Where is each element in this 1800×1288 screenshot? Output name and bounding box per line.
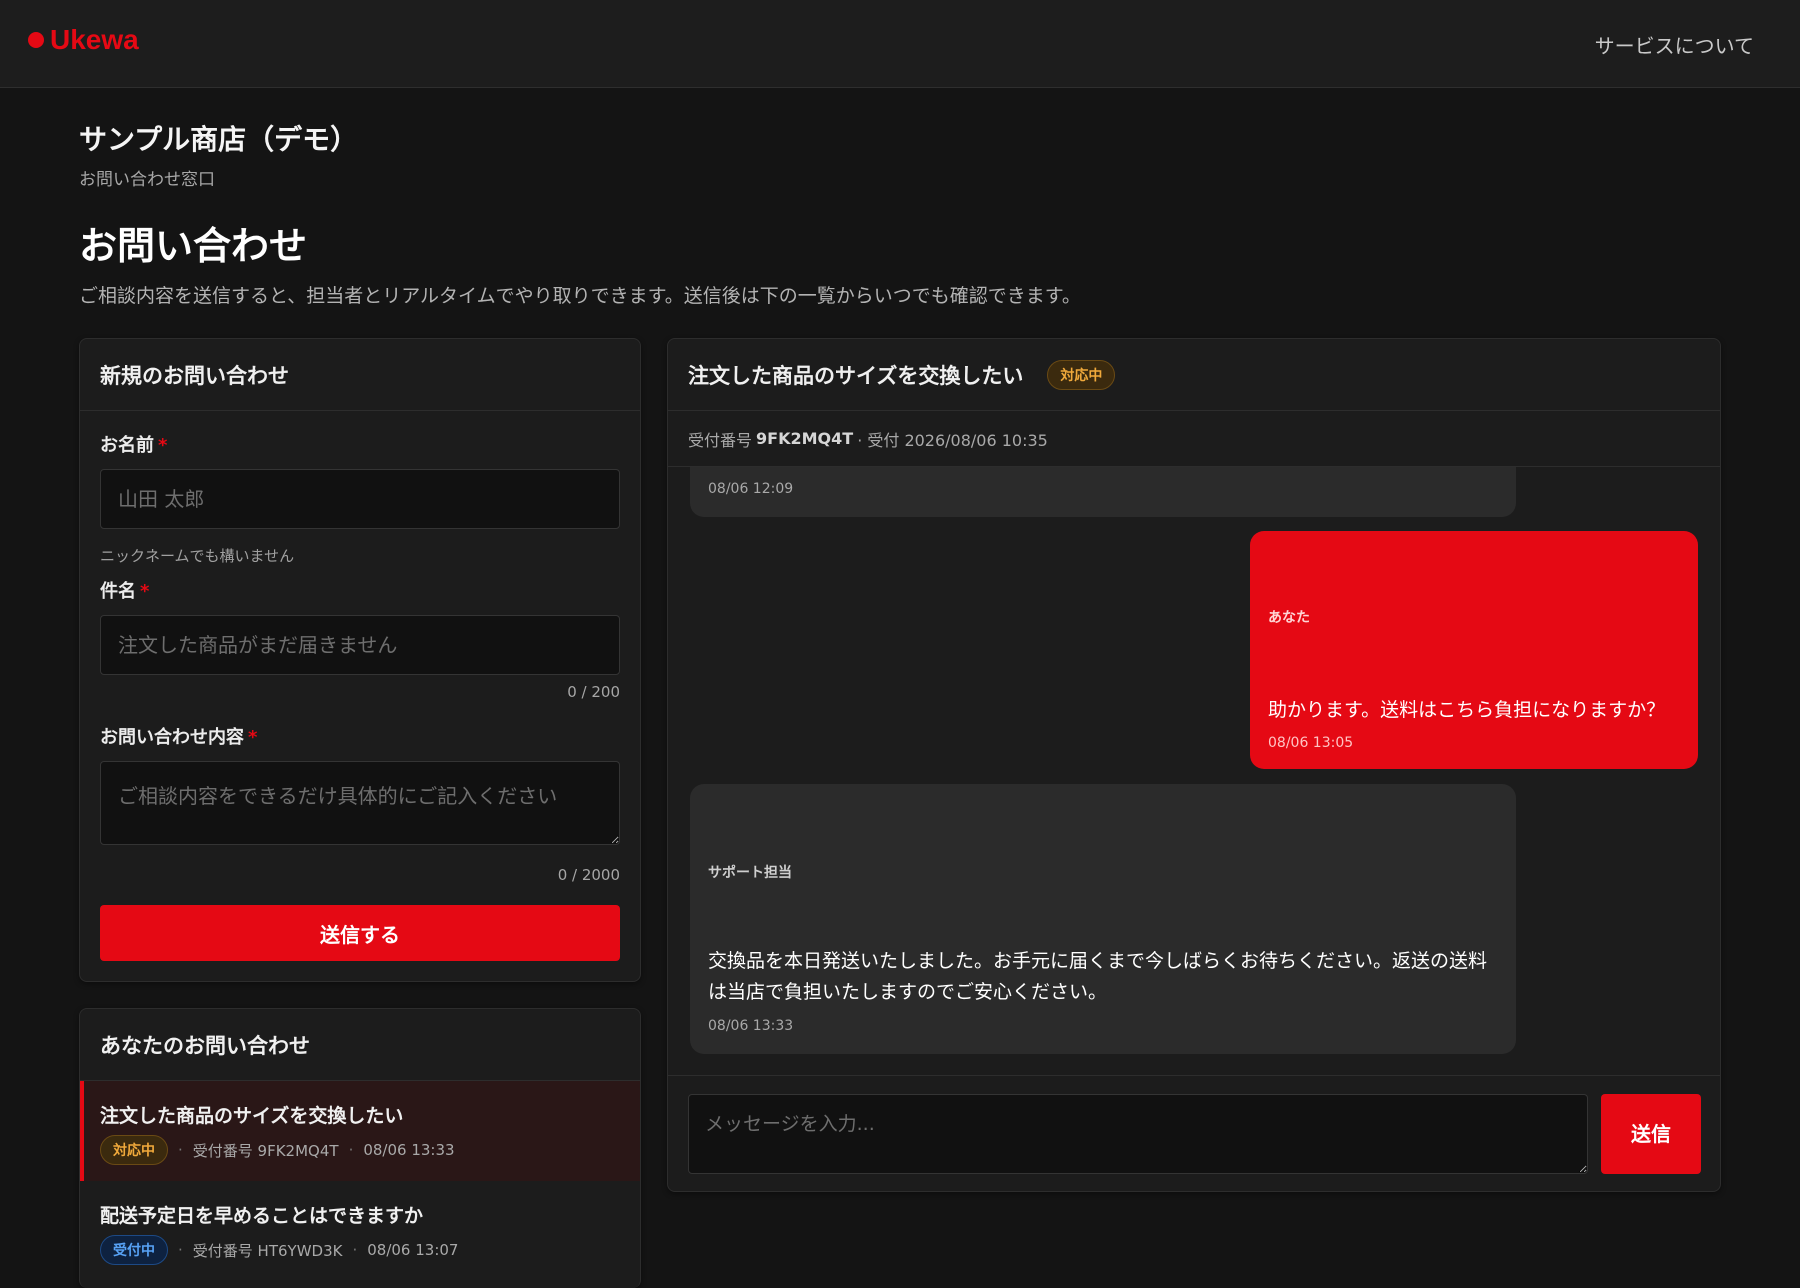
chat-input-row: 送信 bbox=[668, 1075, 1720, 1191]
subject-label-text: 件名 bbox=[100, 581, 136, 602]
subject-label: 件名 * bbox=[100, 577, 149, 603]
name-input[interactable] bbox=[100, 469, 620, 529]
message-sender: あなた bbox=[1268, 610, 1310, 626]
body-counter: 0 / 2000 bbox=[557, 866, 620, 884]
message-text: 交換品を本日発送いたしました。お手元に届くまで今しばらくお待ちください。返送の送… bbox=[708, 950, 1488, 1003]
inquiry-meta: 対応中 · 受付番号 9FK2MQ4T · 08/06 13:33 bbox=[100, 1135, 455, 1165]
logo[interactable]: Ukewa bbox=[28, 24, 139, 56]
message-sender: サポート担当 bbox=[708, 865, 792, 881]
meta-separator: · bbox=[348, 1141, 354, 1159]
name-label: お名前 * bbox=[100, 431, 167, 457]
message-bubble-staff: 08/06 12:09 bbox=[690, 467, 1516, 517]
inquiry-time: 08/06 13:07 bbox=[367, 1241, 459, 1259]
top-bar: Ukewa サービスについて bbox=[0, 0, 1800, 88]
inquiry-meta: 受付中 · 受付番号 HT6YWD3K · 08/06 13:07 bbox=[100, 1235, 458, 1265]
meta-separator: · bbox=[352, 1241, 358, 1259]
submit-button[interactable]: 送信する bbox=[100, 905, 620, 961]
meta-separator: · bbox=[178, 1241, 183, 1259]
status-badge: 対応中 bbox=[1047, 359, 1116, 390]
message-input[interactable] bbox=[688, 1094, 1588, 1174]
name-hint: ニックネームでも構いません bbox=[100, 547, 295, 565]
ticket-prefix: 受付番号 bbox=[688, 430, 753, 450]
message-time: 08/06 13:05 bbox=[1268, 735, 1354, 751]
inquiry-title: 注文した商品のサイズを交換したい bbox=[100, 1105, 404, 1127]
name-label-text: お名前 bbox=[100, 435, 154, 456]
message-time: 08/06 12:09 bbox=[708, 481, 794, 497]
message-text: 助かります。送料はこちら負担になりますか？ bbox=[1268, 699, 1666, 721]
send-button[interactable]: 送信 bbox=[1601, 1094, 1701, 1174]
message-bubble-staff: サポート担当 交換品を本日発送いたしました。お手元に届くまで今しばらくお待ちくだ… bbox=[690, 784, 1516, 1054]
new-inquiry-form-card: 新規のお問い合わせ お名前* ニックネームでも構いません 件名* 0 / 200… bbox=[79, 338, 641, 982]
body-textarea[interactable] bbox=[100, 761, 620, 845]
subject-counter: 0 / 200 bbox=[567, 683, 620, 701]
inquiry-ticket: 受付番号 HT6YWD3K bbox=[192, 1241, 343, 1260]
meta-separator: · bbox=[178, 1141, 183, 1159]
inquiry-time: 08/06 13:33 bbox=[363, 1141, 455, 1159]
logo-text: Ukewa bbox=[50, 24, 139, 55]
message-list[interactable]: 08/06 12:09 あなた 助かります。送料はこちら負担になりますか？ 08… bbox=[668, 467, 1720, 1075]
inquiry-title: 配送予定日を早めることはできますか bbox=[100, 1205, 424, 1227]
shop-name: サンプル商店（デモ） bbox=[79, 123, 359, 156]
body-label: お問い合わせ内容 * bbox=[100, 723, 257, 749]
chat-panel: 注文した商品のサイズを交換したい 対応中 受付番号 9FK2MQ4T · 受付 … bbox=[667, 338, 1721, 1192]
inquiry-ticket: 受付番号 9FK2MQ4T bbox=[192, 1141, 339, 1160]
status-badge: 受付中 bbox=[100, 1235, 168, 1265]
received-date: · 受付 2026/08/06 10:35 bbox=[857, 430, 1048, 450]
subject-input[interactable] bbox=[100, 615, 620, 675]
inquiry-list-card: あなたのお問い合わせ 注文した商品のサイズを交換したい 対応中 · 受付番号 9… bbox=[79, 1008, 641, 1288]
form-card-title: 新規のお問い合わせ bbox=[80, 339, 640, 411]
shop-subtitle: お問い合わせ窓口 bbox=[79, 170, 215, 190]
body-label-text: お問い合わせ内容 bbox=[100, 727, 244, 748]
inquiry-list-item[interactable]: 注文した商品のサイズを交換したい 対応中 · 受付番号 9FK2MQ4T · 0… bbox=[80, 1081, 640, 1181]
nav-about-link[interactable]: サービスについて bbox=[1595, 30, 1754, 59]
chat-meta: 受付番号 9FK2MQ4T · 受付 2026/08/06 10:35 bbox=[668, 411, 1720, 467]
required-mark: * bbox=[248, 727, 258, 748]
logo-dot-icon bbox=[28, 32, 44, 48]
chat-subject: 注文した商品のサイズを交換したい bbox=[688, 363, 1024, 388]
chat-header: 注文した商品のサイズを交換したい 対応中 bbox=[668, 339, 1720, 411]
page-title: お問い合わせ bbox=[79, 224, 308, 268]
ticket-id: 9FK2MQ4T bbox=[756, 429, 854, 448]
message-time: 08/06 13:33 bbox=[708, 1018, 794, 1034]
inquiry-list-item[interactable]: 配送予定日を早めることはできますか 受付中 · 受付番号 HT6YWD3K · … bbox=[80, 1181, 640, 1281]
status-badge: 対応中 bbox=[100, 1135, 168, 1165]
required-mark: * bbox=[140, 581, 150, 602]
required-mark: * bbox=[158, 435, 168, 456]
message-bubble-user: あなた 助かります。送料はこちら負担になりますか？ 08/06 13:05 bbox=[1250, 531, 1698, 769]
page-description: ご相談内容を送信すると、担当者とリアルタイムでやり取りできます。送信後は下の一覧… bbox=[79, 285, 1081, 307]
list-card-title: あなたのお問い合わせ bbox=[80, 1009, 640, 1081]
